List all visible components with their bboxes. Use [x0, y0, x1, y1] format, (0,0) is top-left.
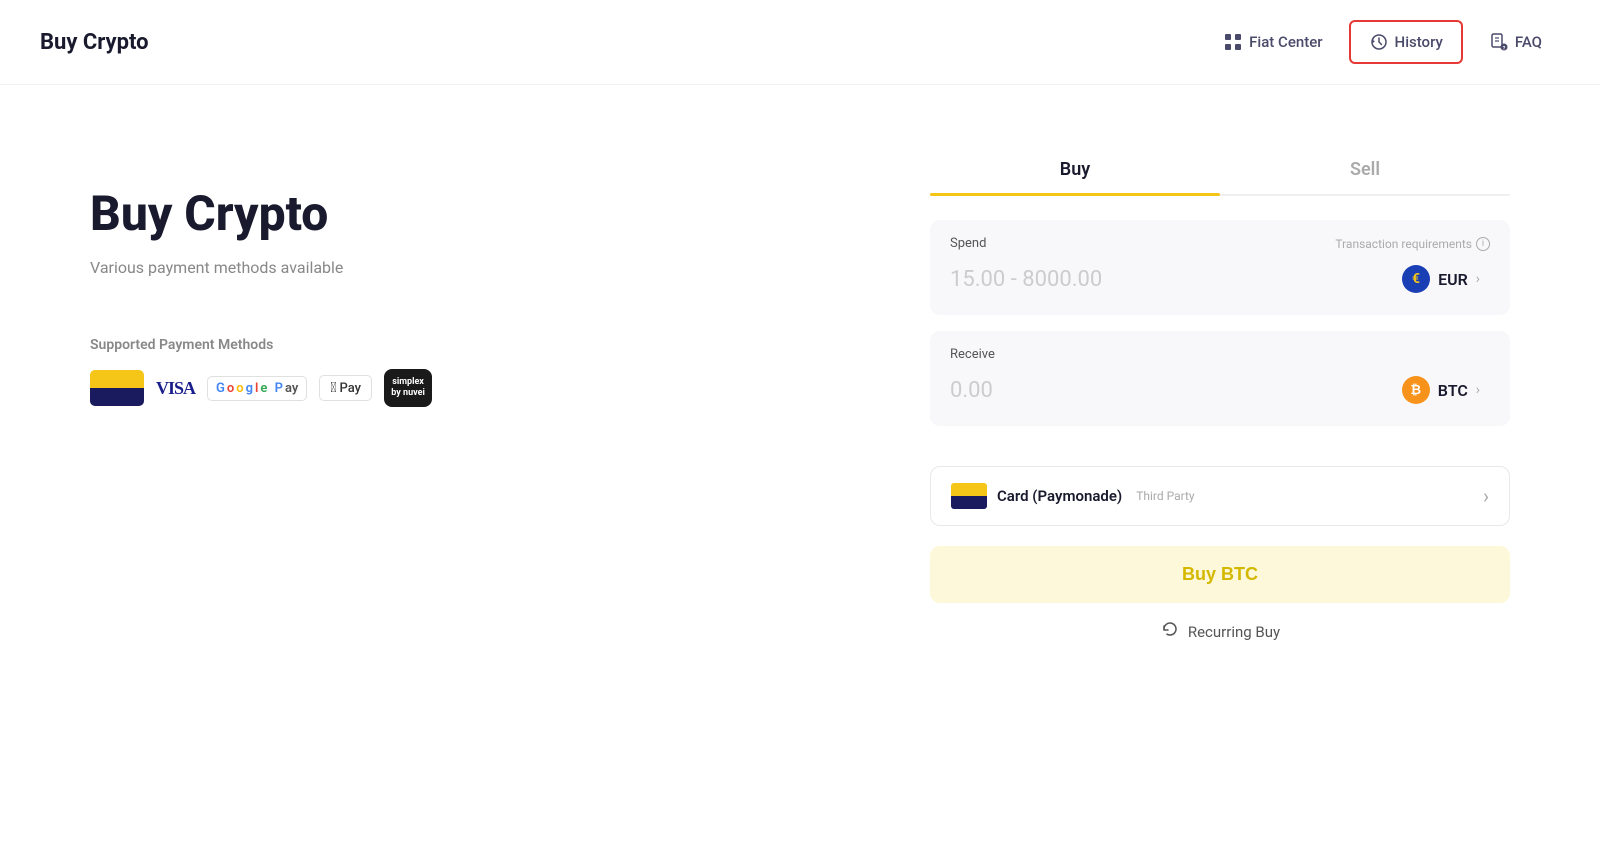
- page-subtitle: Various payment methods available: [90, 258, 890, 277]
- apple-pay-icon: Pay: [319, 375, 372, 401]
- payment-row-chevron-icon: ›: [1483, 484, 1489, 508]
- left-panel: Buy Crypto Various payment methods avail…: [90, 145, 890, 644]
- payment-row-card-icon: [951, 483, 987, 509]
- receive-label-row: Receive: [950, 347, 1490, 362]
- receive-field-group: Receive 0.00 ₿ BTC ›: [930, 331, 1510, 426]
- card-payment-icon: [90, 369, 144, 407]
- nav-faq[interactable]: ? FAQ: [1471, 22, 1560, 62]
- recurring-buy-label: Recurring Buy: [1188, 623, 1280, 641]
- fiat-center-label: Fiat Center: [1249, 33, 1322, 51]
- gpay-payment-icon: Google Pay: [207, 369, 307, 407]
- nav-history[interactable]: History: [1349, 20, 1463, 64]
- visa-icon: VISA: [156, 378, 195, 399]
- buy-button[interactable]: Buy BTC: [930, 546, 1510, 603]
- tab-sell[interactable]: Sell: [1220, 145, 1510, 194]
- btc-label: BTC: [1438, 381, 1468, 400]
- spend-field-row: 15.00 - 8000.00 € EUR ›: [950, 259, 1490, 299]
- applepay-payment-icon: Pay: [319, 369, 372, 407]
- faq-label: FAQ: [1515, 33, 1542, 51]
- tabs: Buy Sell: [930, 145, 1510, 196]
- payment-methods-label: Supported Payment Methods: [90, 337, 890, 353]
- grid-icon: [1223, 32, 1243, 52]
- eur-chevron-icon: ›: [1476, 271, 1480, 287]
- payment-method-left: Card (Paymonade) Third Party: [951, 483, 1195, 509]
- spend-label: Spend: [950, 236, 986, 251]
- tab-buy[interactable]: Buy: [930, 145, 1220, 194]
- simplex-icon: simplexby nuvei: [384, 369, 432, 407]
- eur-label: EUR: [1438, 270, 1468, 289]
- receive-field-row: 0.00 ₿ BTC ›: [950, 370, 1490, 410]
- payment-method-row[interactable]: Card (Paymonade) Third Party ›: [930, 466, 1510, 526]
- transaction-requirements: Transaction requirements i: [1335, 237, 1490, 251]
- faq-icon: ?: [1489, 32, 1509, 52]
- card-bottom: [90, 388, 144, 406]
- header-nav: Fiat Center History: [1205, 20, 1560, 64]
- btc-currency-selector[interactable]: ₿ BTC ›: [1392, 370, 1490, 410]
- page-heading: Buy Crypto: [90, 185, 890, 242]
- page-header: Buy Crypto Fiat Center: [0, 0, 1600, 85]
- spacer: [930, 442, 1510, 466]
- recurring-buy-row[interactable]: Recurring Buy: [930, 619, 1510, 644]
- simplex-payment-icon: simplexby nuvei: [384, 369, 432, 407]
- spend-placeholder[interactable]: 15.00 - 8000.00: [950, 267, 1102, 292]
- spend-field-group: Spend Transaction requirements i 15.00 -…: [930, 220, 1510, 315]
- eur-badge: €: [1402, 265, 1430, 293]
- receive-placeholder[interactable]: 0.00: [950, 378, 993, 403]
- google-pay-icon: Google Pay: [207, 376, 307, 401]
- visa-payment-icon: VISA: [156, 369, 195, 407]
- card-top: [90, 370, 144, 388]
- right-panel: Buy Sell Spend Transaction requirements …: [930, 145, 1510, 644]
- history-label: History: [1395, 33, 1443, 51]
- spend-label-row: Spend Transaction requirements i: [950, 236, 1490, 251]
- history-icon: [1369, 32, 1389, 52]
- info-icon[interactable]: i: [1476, 237, 1490, 251]
- main-content: Buy Crypto Various payment methods avail…: [50, 85, 1550, 684]
- btc-badge: ₿: [1402, 376, 1430, 404]
- recurring-icon: [1160, 619, 1180, 644]
- nav-fiat-center[interactable]: Fiat Center: [1205, 22, 1340, 62]
- receive-label: Receive: [950, 347, 995, 362]
- payment-icons: VISA Google Pay Pay simplexby nuvei: [90, 369, 890, 407]
- payment-method-name: Card (Paymonade): [997, 487, 1122, 505]
- transaction-req-label: Transaction requirements: [1335, 237, 1472, 251]
- eur-currency-selector[interactable]: € EUR ›: [1392, 259, 1490, 299]
- payment-method-tag: Third Party: [1136, 489, 1194, 503]
- btc-chevron-icon: ›: [1476, 382, 1480, 398]
- debit-card-icon: [90, 370, 144, 406]
- page-title: Buy Crypto: [40, 30, 149, 55]
